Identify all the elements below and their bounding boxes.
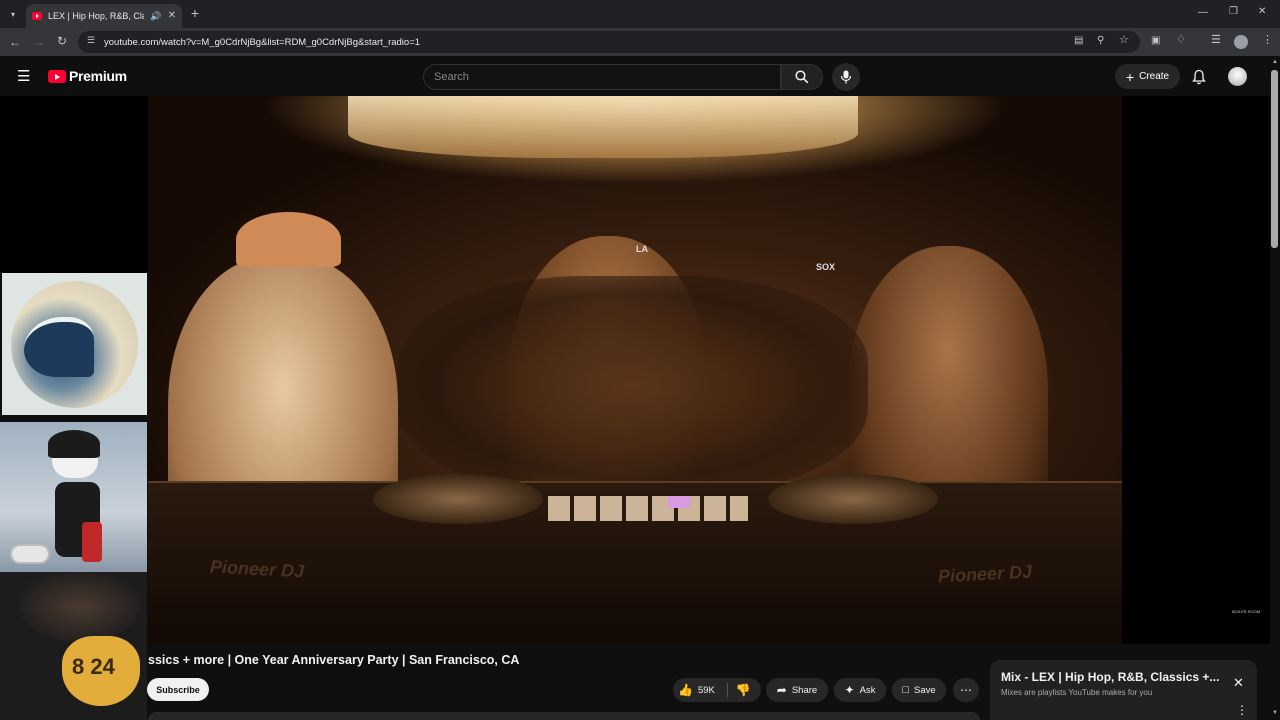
create-button[interactable]: + Create <box>1115 64 1180 89</box>
youtube-premium-logo-text[interactable]: Premium <box>69 68 127 84</box>
crowd-shape <box>398 276 868 496</box>
right-jogwheel-shape <box>768 474 938 524</box>
ask-button[interactable]: ✦ Ask <box>834 678 886 702</box>
extensions-puzzle-icon[interactable]: ♢ <box>1176 35 1186 46</box>
avatar-beanie-shape <box>48 430 100 458</box>
minimize-window-icon[interactable]: — <box>1198 8 1208 18</box>
save-button[interactable]: □ Save <box>892 678 946 702</box>
hamburger-menu-icon[interactable]: ☰ <box>17 69 30 84</box>
ceiling-light-shape <box>348 96 858 158</box>
thumbs-down-icon: 👎 <box>735 683 751 697</box>
zoom-icon[interactable]: ⚲ <box>1097 36 1104 46</box>
great-wave-overlay <box>2 273 147 415</box>
tab-audio-icon[interactable]: 🔊 <box>150 11 161 21</box>
share-button[interactable]: ➦ Share <box>766 678 828 702</box>
browser-tab-strip: ▾ LEX | Hip Hop, R&B, Classic 🔊 ✕ + — ❐ … <box>0 0 1280 28</box>
like-button[interactable]: 👍 59K <box>678 681 726 699</box>
scroll-up-arrow-icon[interactable]: ▲ <box>1272 59 1278 65</box>
search-input[interactable]: Search <box>423 64 781 90</box>
like-divider <box>727 683 728 697</box>
tab-title: LEX | Hip Hop, R&B, Classic <box>48 11 145 21</box>
avatar-skateboard-shape <box>10 544 50 564</box>
left-jogwheel-shape <box>373 474 543 524</box>
search-icon <box>795 70 809 84</box>
subscribe-button[interactable]: Subscribe <box>147 678 209 701</box>
scroll-down-arrow-icon[interactable]: ▼ <box>1272 710 1278 716</box>
boiler-room-watermark: BOILER ROOM <box>1232 609 1261 614</box>
jersey-number: 8 24 <box>72 654 115 679</box>
webcam-overlay: 8 24 <box>0 572 147 720</box>
video-letterbox-left <box>0 96 148 273</box>
dislike-button[interactable]: 👎 <box>732 681 754 699</box>
youtube-logo-icon[interactable] <box>48 70 66 83</box>
forward-icon[interactable]: → <box>33 36 45 48</box>
close-window-icon[interactable]: ✕ <box>1258 7 1266 17</box>
new-tab-button[interactable]: + <box>189 6 201 20</box>
microphone-icon <box>840 70 852 84</box>
ask-label: Ask <box>859 684 876 696</box>
mix-more-icon[interactable]: ⋮ <box>1236 704 1248 716</box>
restore-window-icon[interactable]: ❐ <box>1229 7 1238 17</box>
plus-icon: + <box>1125 68 1135 85</box>
bookmark-star-icon[interactable]: ☆ <box>1119 35 1129 46</box>
person-left-cap-shape <box>236 212 341 267</box>
sparkle-icon: ✦ <box>844 683 855 697</box>
tab-close-icon[interactable]: ✕ <box>168 11 176 21</box>
close-mix-icon[interactable]: ✕ <box>1233 676 1244 689</box>
notifications-bell-icon[interactable] <box>1192 69 1206 85</box>
thumbs-up-icon: 👍 <box>678 683 693 697</box>
avatar-sleeve-shape <box>82 522 102 562</box>
mix-subtitle: Mixes are playlists YouTube makes for yo… <box>1001 688 1153 697</box>
create-label: Create <box>1139 71 1170 82</box>
browser-tab-active[interactable]: LEX | Hip Hop, R&B, Classic 🔊 ✕ <box>26 4 182 28</box>
pads-accent-purple <box>668 496 690 508</box>
more-horizontal-icon: ⋯ <box>960 683 972 697</box>
site-info-icon[interactable]: ☰ <box>87 36 95 45</box>
url-text: youtube.com/watch?v=M_g0CdrNjBg&list=RDM… <box>104 36 421 48</box>
vtuber-avatar-overlay <box>0 422 147 572</box>
search-button[interactable] <box>781 64 823 90</box>
extension-tile-icon[interactable]: ▣ <box>1151 36 1160 46</box>
profile-avatar-icon[interactable] <box>1234 35 1248 49</box>
performance-pads-shape <box>548 496 748 521</box>
back-icon[interactable]: ← <box>9 36 21 48</box>
page-scrollbar-thumb[interactable] <box>1271 70 1278 248</box>
account-avatar[interactable] <box>1228 67 1247 86</box>
mix-title[interactable]: Mix - LEX | Hip Hop, R&B, Classics +... <box>1001 670 1221 684</box>
tab-list-chevron-icon[interactable]: ▾ <box>6 8 20 22</box>
browser-toolbar: ← → ↻ ☰ youtube.com/watch?v=M_g0CdrNjBg&… <box>0 28 1280 56</box>
browser-menu-icon[interactable]: ⋮ <box>1262 35 1273 46</box>
save-label: Save <box>914 684 936 696</box>
like-count: 59K <box>697 684 715 696</box>
webcam-face-shape <box>20 572 140 642</box>
media-controls-icon[interactable]: ☰ <box>1211 35 1221 46</box>
install-app-icon[interactable]: ▤ <box>1074 36 1083 46</box>
video-player[interactable]: Pioneer DJ Pioneer DJ SOX LA <box>148 96 1122 644</box>
video-letterbox-right: BOILER ROOM <box>1122 96 1270 644</box>
cap-logo-center: LA <box>636 244 648 254</box>
reload-icon[interactable]: ↻ <box>57 35 67 47</box>
bookmark-icon: □ <box>902 684 909 696</box>
wave-crest-shape <box>24 317 94 377</box>
description-box-edge <box>148 712 980 720</box>
more-actions-button[interactable]: ⋯ <box>953 678 979 702</box>
youtube-favicon-icon <box>32 12 42 20</box>
share-arrow-icon: ➦ <box>776 683 787 697</box>
share-label: Share <box>791 684 818 696</box>
voice-search-button[interactable] <box>832 63 860 91</box>
address-bar[interactable]: ☰ youtube.com/watch?v=M_g0CdrNjBg&list=R… <box>78 31 1140 53</box>
video-title: ssics + more | One Year Anniversary Part… <box>148 653 520 667</box>
cap-logo-right: SOX <box>816 262 836 272</box>
